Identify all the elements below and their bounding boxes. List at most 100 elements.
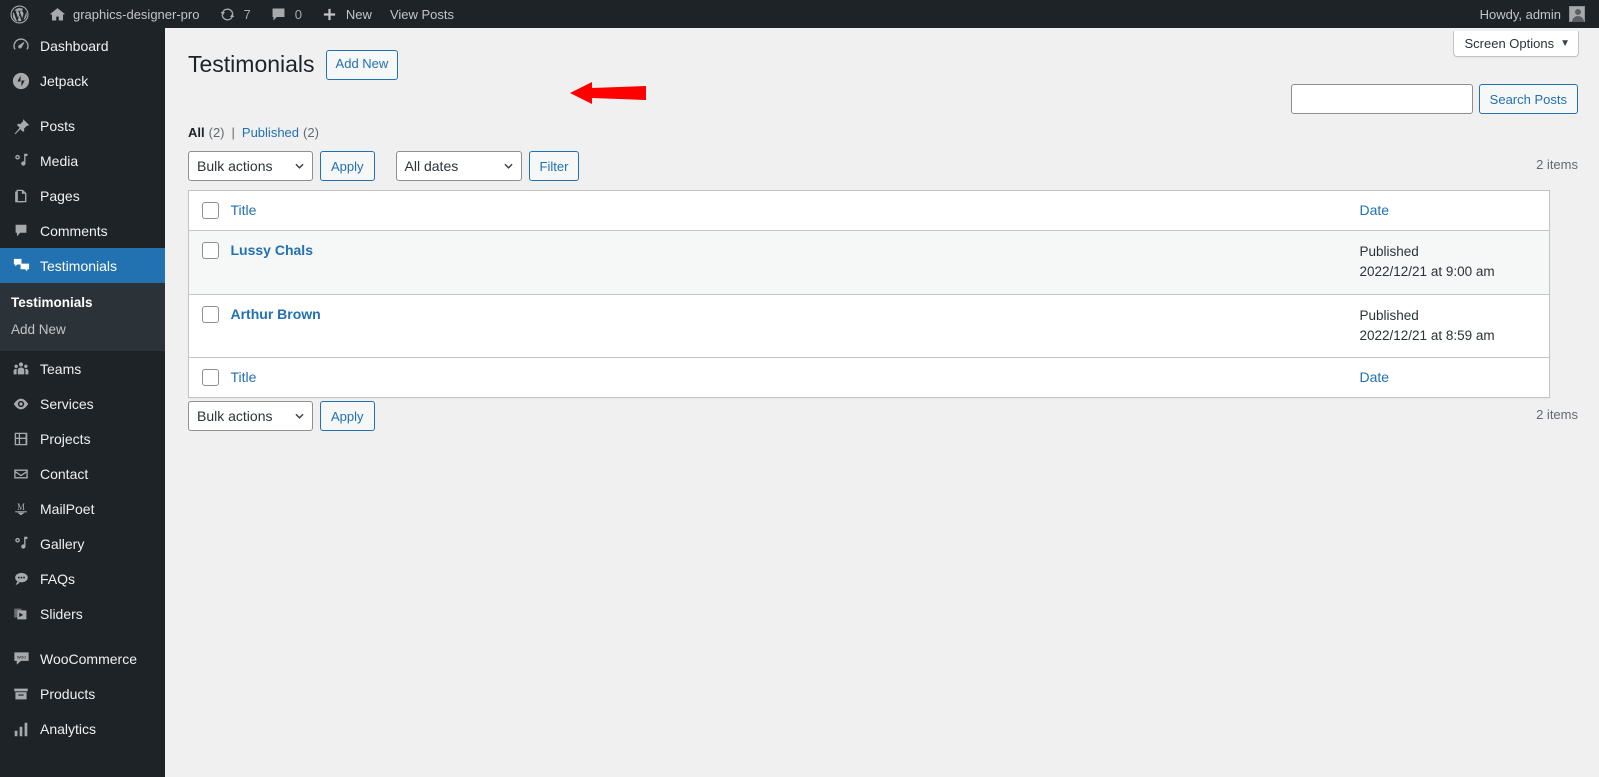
displaying-num-top: 2 items: [1536, 157, 1578, 172]
row-title-link[interactable]: Arthur Brown: [231, 306, 321, 322]
comments-count: 0: [294, 6, 302, 22]
sidebar-item-label: MailPoet: [40, 500, 95, 517]
main-content: Screen Options ▼ Testimonials Add New Al…: [165, 28, 1599, 777]
comments-menu[interactable]: 0: [260, 0, 311, 28]
sidebar-item-label: Jetpack: [40, 72, 89, 89]
sidebar-item-services[interactable]: Services: [0, 386, 165, 421]
column-header-title: Title: [227, 191, 1360, 231]
updates-menu[interactable]: 7: [208, 0, 259, 28]
sidebar-item-dashboard[interactable]: Dashboard: [0, 28, 165, 63]
select-all-footer: [189, 358, 227, 398]
select-all-header: [189, 191, 227, 231]
table-header-row: Title Date: [188, 191, 1550, 231]
screen-options-label: Screen Options: [1464, 36, 1555, 51]
sidebar-item-mailpoet[interactable]: M MailPoet: [0, 491, 165, 526]
wp-logo-menu[interactable]: [0, 0, 38, 28]
table-row: Lussy Chals Published 2022/12/21 at 9:00…: [188, 230, 1550, 295]
tablenav-bottom: Bulk actions Apply 2 items: [188, 401, 1578, 433]
page-header: Testimonials Add New: [188, 50, 399, 80]
row-select-cell: [189, 294, 227, 358]
sort-by-date-link-top[interactable]: Date: [1360, 202, 1390, 218]
avatar: [1569, 6, 1585, 22]
submenu-item-add-new[interactable]: Add New: [0, 316, 165, 343]
sidebar-item-label: Comments: [40, 222, 108, 239]
search-input[interactable]: [1290, 84, 1473, 114]
new-content-menu[interactable]: New: [311, 0, 381, 28]
site-name-menu[interactable]: graphics-designer-pro: [38, 0, 208, 28]
sidebar-item-teams[interactable]: Teams: [0, 351, 165, 386]
plus-icon: [320, 4, 340, 24]
woocommerce-icon: woo: [11, 649, 31, 669]
bulk-actions-select-bottom[interactable]: Bulk actions: [188, 401, 313, 431]
chevron-down-icon: [295, 163, 304, 169]
sidebar-item-faqs[interactable]: FAQs: [0, 561, 165, 596]
sidebar-item-label: WooCommerce: [40, 650, 137, 667]
chevron-down-icon: [295, 413, 304, 419]
sidebar-item-label: FAQs: [40, 570, 76, 587]
sidebar-item-posts[interactable]: Posts: [0, 108, 165, 143]
view-separator: |: [231, 125, 235, 140]
sidebar-item-media[interactable]: Media: [0, 143, 165, 178]
faq-icon: [11, 569, 31, 589]
sort-by-title-link-bottom[interactable]: Title: [231, 369, 257, 385]
view-posts-menu[interactable]: View Posts: [381, 0, 463, 28]
sidebar-item-gallery[interactable]: Gallery: [0, 526, 165, 561]
sidebar-item-projects[interactable]: Projects: [0, 421, 165, 456]
sidebar-item-label: Products: [40, 685, 96, 702]
visibility-icon: [11, 394, 31, 414]
column-footer-date: Date: [1360, 358, 1550, 398]
bulk-actions-top: Bulk actions Apply All dates Filter: [188, 151, 580, 181]
analytics-icon: [11, 719, 31, 739]
sidebar-item-contact[interactable]: Contact: [0, 456, 165, 491]
gallery-icon: [11, 534, 31, 554]
bulk-actions-select-top[interactable]: Bulk actions: [188, 151, 313, 181]
row-date-status: Published: [1359, 244, 1419, 259]
date-filter-select[interactable]: All dates: [395, 151, 522, 181]
testimonials-icon: [11, 256, 31, 276]
comment-icon: [11, 221, 31, 241]
row-date-value: 2022/12/21 at 8:59 am: [1359, 327, 1495, 343]
table-body: Lussy Chals Published 2022/12/21 at 9:00…: [188, 230, 1550, 358]
sort-by-date-link-bottom[interactable]: Date: [1360, 369, 1390, 385]
row-date-cell: Published 2022/12/21 at 9:00 am: [1360, 231, 1550, 295]
sidebar-item-label: Services: [40, 395, 94, 412]
row-title-link[interactable]: Lussy Chals: [231, 242, 313, 258]
submenu-item-testimonials[interactable]: Testimonials: [0, 289, 165, 316]
sidebar-item-sliders[interactable]: Sliders: [0, 596, 165, 631]
row-checkbox[interactable]: [202, 305, 219, 323]
pages-icon: [11, 186, 31, 206]
my-account-menu[interactable]: Howdy, admin: [1471, 0, 1599, 28]
sidebar-item-pages[interactable]: Pages: [0, 178, 165, 213]
sidebar-item-comments[interactable]: Comments: [0, 213, 165, 248]
row-checkbox[interactable]: [202, 242, 219, 259]
comment-bubble-icon: [269, 4, 289, 24]
sidebar-item-analytics[interactable]: Analytics: [0, 711, 165, 746]
select-all-checkbox-top[interactable]: [202, 202, 219, 219]
admin-bar: graphics-designer-pro 7 0 New View Posts…: [0, 0, 1599, 28]
search-box: Search Posts: [1290, 84, 1578, 114]
screen-options-toggle[interactable]: Screen Options ▼: [1453, 31, 1579, 57]
chevron-down-icon: ▼: [1560, 38, 1570, 49]
view-link-published[interactable]: Published: [242, 125, 299, 140]
sidebar-item-label: Projects: [40, 430, 91, 447]
apply-button-top[interactable]: Apply: [320, 151, 375, 181]
sidebar-item-woocommerce[interactable]: woo WooCommerce: [0, 641, 165, 676]
sidebar-item-label: Analytics: [40, 720, 97, 737]
search-submit-button[interactable]: Search Posts: [1478, 84, 1578, 114]
sidebar-item-jetpack[interactable]: Jetpack: [0, 63, 165, 98]
apply-button-bottom[interactable]: Apply: [320, 401, 375, 431]
view-link-all[interactable]: All: [188, 125, 205, 140]
email-icon: [11, 464, 31, 484]
sidebar-item-label: Dashboard: [40, 37, 109, 54]
sidebar-item-label: Media: [40, 152, 79, 169]
sort-by-title-link-top[interactable]: Title: [231, 202, 257, 218]
sidebar-item-label: Pages: [40, 187, 80, 204]
add-new-button[interactable]: Add New: [325, 50, 399, 80]
view-count-published: (2): [303, 125, 319, 140]
sidebar-item-products[interactable]: Products: [0, 676, 165, 711]
groups-icon: [11, 359, 31, 379]
select-all-checkbox-bottom[interactable]: [202, 369, 219, 386]
filter-button[interactable]: Filter: [528, 151, 580, 181]
sidebar-item-testimonials[interactable]: Testimonials: [0, 248, 173, 283]
posts-list-table: Title Date Lussy Chals Published 2022/12…: [188, 190, 1550, 398]
